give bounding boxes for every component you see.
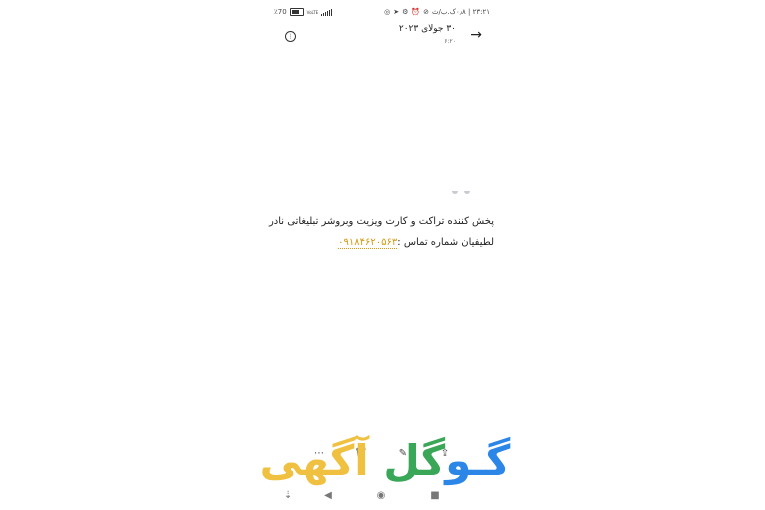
alarm-icon: ⏰	[411, 8, 421, 16]
network-label: VoLTE	[306, 9, 319, 15]
battery-percent: ٪70	[274, 8, 287, 16]
status-left: ٪70 VoLTE	[274, 8, 333, 16]
battery-icon	[289, 8, 304, 16]
nav-home-icon[interactable]: ◉	[375, 488, 387, 504]
system-nav-bar: ⇣ ◀ ◉ ■	[276, 488, 446, 504]
status-right: ۲۳:۲۱ | ۰٫۸ک.ب/ث ⊘ ⏰ ⚙ ➤ ◎	[384, 8, 490, 16]
nav-recents-icon[interactable]: ■	[430, 488, 440, 504]
signal-icon	[321, 8, 333, 16]
status-bar: ٪70 VoLTE ۲۳:۲۱ | ۰٫۸ک.ب/ث ⊘ ⏰ ⚙ ➤ ◎	[274, 8, 490, 20]
watermark-logo: گـوگل آگهی	[240, 432, 530, 490]
whatsapp-icon: ◎	[384, 8, 391, 16]
telegram-icon: ➤	[393, 8, 400, 16]
watermark-part-1: گـو	[445, 436, 511, 485]
location-icon: ⚙	[402, 8, 409, 16]
image-placeholder	[464, 191, 470, 194]
conversation-time: ۶:۲۰	[444, 38, 456, 45]
message-line-2: لطیفیان شماره تماس :۰۹۱۸۴۶۲۰۵۶۳	[262, 232, 494, 253]
message-body: پخش کننده تراکت و کارت ویزیت وبروشر تبلی…	[262, 211, 494, 253]
image-placeholder-strip	[452, 191, 478, 197]
phone-link[interactable]: ۰۹۱۸۴۶۲۰۵۶۳	[338, 237, 398, 249]
nav-down-icon[interactable]: ⇣	[284, 488, 292, 504]
arrow-right-icon[interactable]: →	[470, 28, 482, 42]
header: ⋮ ۳۰ جولای ۲۰۲۳ ۶:۲۰ →	[274, 22, 490, 48]
status-time: ۲۳:۲۱ | ۰٫۸ک.ب/ث	[431, 8, 490, 16]
menu-dots-icon[interactable]: ⋮	[285, 31, 296, 42]
message-line-1: پخش کننده تراکت و کارت ویزیت وبروشر تبلی…	[268, 216, 494, 227]
conversation-date: ۳۰ جولای ۲۰۲۳	[398, 24, 456, 34]
message-line-2-text: لطیفیان شماره تماس :	[397, 237, 494, 248]
nav-back-icon[interactable]: ◀	[323, 488, 333, 504]
watermark-part-3: آگهی	[259, 436, 384, 485]
watermark-part-2: گل	[383, 436, 446, 485]
image-placeholder	[452, 191, 458, 194]
mute-icon: ⊘	[423, 8, 429, 16]
